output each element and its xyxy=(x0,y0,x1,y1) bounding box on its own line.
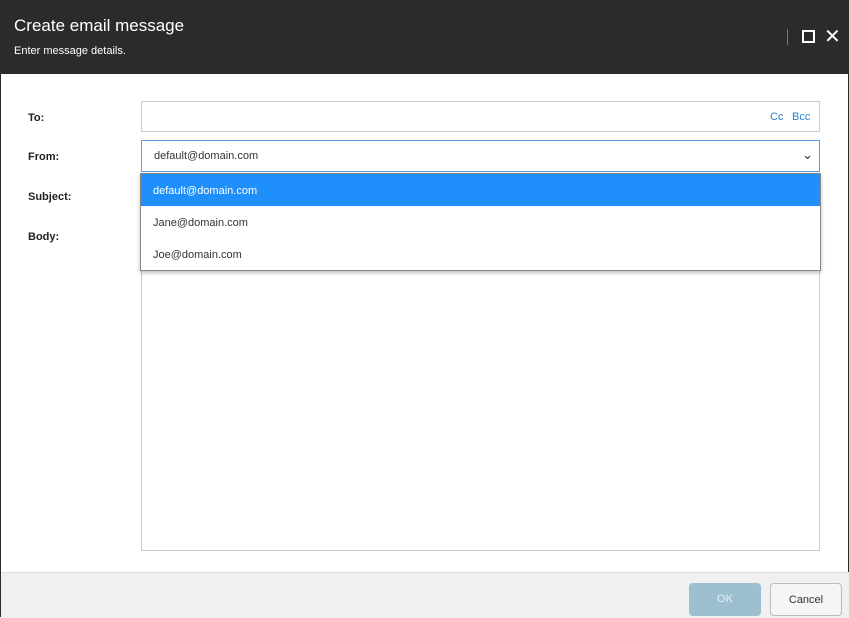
subject-label: Subject: xyxy=(28,191,72,203)
dialog-subtitle: Enter message details. xyxy=(14,45,126,57)
from-value: default@domain.com xyxy=(154,150,259,162)
to-label: To: xyxy=(28,112,45,124)
from-option[interactable]: default@domain.com xyxy=(141,174,820,206)
body-label: Body: xyxy=(28,231,60,243)
close-icon[interactable]: ✕ xyxy=(824,24,841,49)
from-label: From: xyxy=(28,151,60,163)
dialog-header: Create email message Enter message detai… xyxy=(1,1,849,74)
maximize-icon[interactable] xyxy=(802,30,815,43)
divider xyxy=(787,29,788,45)
chevron-down-icon: ⌄ xyxy=(802,147,813,162)
ok-button[interactable]: OK xyxy=(689,583,761,616)
cc-link[interactable]: Cc xyxy=(770,111,783,123)
from-dropdown-list: default@domain.com Jane@domain.com Joe@d… xyxy=(140,173,821,271)
to-input[interactable]: Cc Bcc xyxy=(141,101,820,132)
from-option[interactable]: Joe@domain.com xyxy=(141,238,820,270)
dialog-title: Create email message xyxy=(14,16,185,35)
from-option[interactable]: Jane@domain.com xyxy=(141,206,820,238)
from-select[interactable]: default@domain.com ⌄ xyxy=(141,140,820,172)
body-textarea[interactable] xyxy=(141,241,820,551)
cancel-button[interactable]: Cancel xyxy=(770,583,842,616)
dialog-footer: OK Cancel xyxy=(1,572,849,618)
bcc-link[interactable]: Bcc xyxy=(792,111,810,123)
